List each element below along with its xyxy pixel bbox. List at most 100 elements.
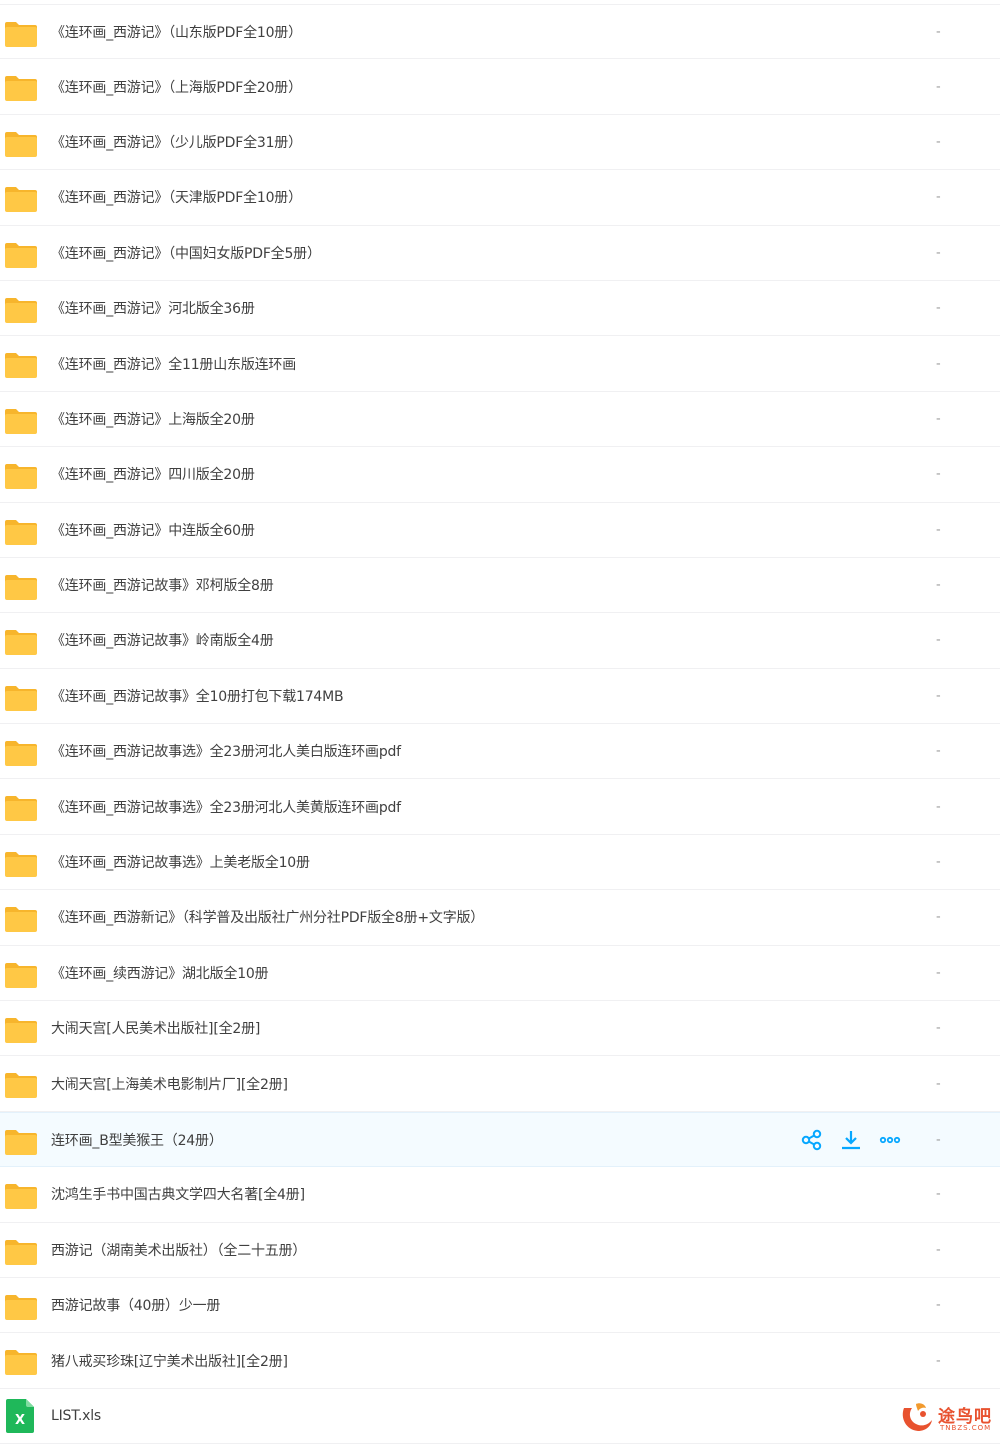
file-name[interactable]: 《连环画_西游记》河北版全36册 [51,298,255,318]
file-row[interactable]: 《连环画_西游记》中连版全60册 - [0,503,1000,558]
download-icon[interactable] [839,1128,863,1152]
folder-icon [5,187,37,213]
file-row[interactable]: 连环画_B型美猴王（24册） - [0,1111,1000,1168]
file-name[interactable]: 《连环画_西游记》（少儿版PDF全31册） [51,132,302,152]
file-row[interactable]: 《连环画_西游记》全11册山东版连环画 - [0,336,1000,392]
file-size: - [936,1297,941,1313]
file-row[interactable]: 《连环画_西游记》四川版全20册 - [0,447,1000,503]
folder-icon [5,630,37,656]
file-row[interactable]: 猪八戒买珍珠[辽宁美术出版社][全2册] - [0,1333,1000,1389]
file-row[interactable]: 沈鸿生手书中国古典文学四大名著[全4册] - [0,1167,1000,1223]
bird-logo-icon [902,1403,932,1431]
folder-icon [5,574,37,600]
file-name[interactable]: 大闹天宫[上海美术电影制片厂][全2册] [51,1074,288,1094]
file-size: - [936,522,941,538]
folder-icon [5,353,37,379]
file-name[interactable]: 《连环画_西游记》（山东版PDF全10册） [51,22,302,42]
folder-icon [5,685,37,711]
file-name[interactable]: 《连环画_西游记》（中国妇女版PDF全5册） [51,243,321,263]
file-size: - [936,24,941,40]
file-size: - [936,632,941,648]
file-size: - [936,854,941,870]
file-name[interactable]: 《连环画_西游记故事》全10册打包下载174MB [51,686,344,706]
file-name[interactable]: 《连环画_西游记故事选》上美老版全10册 [51,852,310,872]
folder-icon [5,741,37,767]
folder-icon [5,851,37,877]
folder-icon [5,1350,37,1376]
file-row[interactable]: 《连环画_西游记》（中国妇女版PDF全5册） - [0,226,1000,281]
file-size: - [936,965,941,981]
folder-icon [5,76,37,102]
file-size: - [936,245,941,261]
file-name[interactable]: 《连环画_西游记》中连版全60册 [51,520,255,540]
file-row[interactable]: 《连环画_西游记》（少儿版PDF全31册） - [0,115,1000,171]
file-row[interactable]: 《连环画_西游记》（上海版PDF全20册） - [0,59,1000,115]
file-name[interactable]: 连环画_B型美猴王（24册） [51,1130,223,1150]
file-size: - [936,1242,941,1258]
file-row[interactable]: X LIST.xls [0,1389,1000,1444]
file-size: - [936,1132,941,1147]
file-size: - [936,799,941,815]
file-row[interactable]: 西游记（湖南美术出版社）（全二十五册） - [0,1223,1000,1278]
watermark-subtext: TNBZS.COM [940,1424,992,1432]
file-name[interactable]: 《连环画_西游记故事选》全23册河北人美黄版连环画pdf [51,797,401,817]
file-row[interactable]: 《连环画_西游记》（山东版PDF全10册） - [0,4,1000,60]
folder-icon [5,297,37,323]
file-size: - [936,1076,941,1092]
file-row[interactable]: 《连环画_西游记》上海版全20册 - [0,392,1000,448]
folder-icon [5,1018,37,1044]
folder-icon [5,1073,37,1099]
file-list: 《连环画_西游记》（山东版PDF全10册） - 《连环画_西游记》（上海版PDF全2… [0,4,1000,1444]
file-name[interactable]: 《连环画_西游记》（天津版PDF全10册） [51,187,302,207]
file-row[interactable]: 《连环画_西游记故事》邓柯版全8册 - [0,558,1000,614]
file-size: - [936,743,941,759]
file-name[interactable]: 《连环画_西游记》（上海版PDF全20册） [51,77,302,97]
file-row[interactable]: 《连环画_续西游记》湖北版全10册 - [0,946,1000,1002]
file-name[interactable]: 《连环画_西游记》四川版全20册 [51,464,255,484]
file-name[interactable]: 西游记（湖南美术出版社）（全二十五册） [51,1240,306,1260]
file-row[interactable]: 《连环画_西游记故事选》全23册河北人美黄版连环画pdf - [0,779,1000,835]
file-name[interactable]: 猪八戒买珍珠[辽宁美术出版社][全2册] [51,1351,288,1371]
file-row[interactable]: 《连环画_西游记故事选》上美老版全10册 - [0,835,1000,891]
file-row[interactable]: 《连环画_西游记故事选》全23册河北人美白版连环画pdf - [0,724,1000,780]
file-size: - [936,909,941,925]
share-icon[interactable] [800,1128,824,1152]
file-name[interactable]: 《连环画_续西游记》湖北版全10册 [51,963,269,983]
file-row[interactable]: 西游记故事（40册）少一册 - [0,1278,1000,1334]
file-row[interactable]: 大闹天宫[上海美术电影制片厂][全2册] - [0,1056,1000,1112]
xls-file-icon: X [6,1398,34,1433]
file-name[interactable]: 《连环画_西游记故事》邓柯版全8册 [51,575,274,595]
file-row[interactable]: 《连环画_西游记》河北版全36册 - [0,281,1000,337]
file-size: - [936,79,941,95]
file-row[interactable]: 《连环画_西游记故事》岭南版全4册 - [0,613,1000,669]
watermark-logo: 途鸟吧 TNBZS.COM [898,1400,998,1438]
file-name[interactable]: 《连环画_西游新记》（科学普及出版社广州分社PDF版全8册+文字版） [51,907,484,927]
more-icon[interactable] [878,1128,902,1152]
file-name[interactable]: LIST.xls [51,1408,101,1424]
file-row[interactable]: 《连环画_西游记故事》全10册打包下载174MB - [0,669,1000,725]
file-row[interactable]: 《连环画_西游记》（天津版PDF全10册） - [0,170,1000,226]
file-name[interactable]: 《连环画_西游记故事选》全23册河北人美白版连环画pdf [51,741,401,761]
folder-icon [5,22,37,47]
file-size: - [936,466,941,482]
folder-icon [5,408,37,434]
folder-icon [5,796,37,822]
folder-icon [5,1184,37,1210]
file-size: - [936,577,941,593]
file-size: - [936,189,941,205]
folder-icon [5,519,37,545]
folder-icon [5,131,37,157]
folder-icon [5,962,37,988]
file-row[interactable]: 大闹天宫[人民美术出版社][全2册] - [0,1001,1000,1057]
file-name[interactable]: 《连环画_西游记》全11册山东版连环画 [51,354,296,374]
file-size: - [936,300,941,316]
file-name[interactable]: 《连环画_西游记》上海版全20册 [51,409,255,429]
file-row[interactable]: 《连环画_西游新记》（科学普及出版社广州分社PDF版全8册+文字版） - [0,890,1000,946]
file-name[interactable]: 西游记故事（40册）少一册 [51,1295,220,1315]
file-size: - [936,356,941,372]
folder-icon [5,464,37,490]
file-size: - [936,1020,941,1036]
file-name[interactable]: 《连环画_西游记故事》岭南版全4册 [51,630,274,650]
file-name[interactable]: 沈鸿生手书中国古典文学四大名著[全4册] [51,1184,305,1204]
file-name[interactable]: 大闹天宫[人民美术出版社][全2册] [51,1018,260,1038]
